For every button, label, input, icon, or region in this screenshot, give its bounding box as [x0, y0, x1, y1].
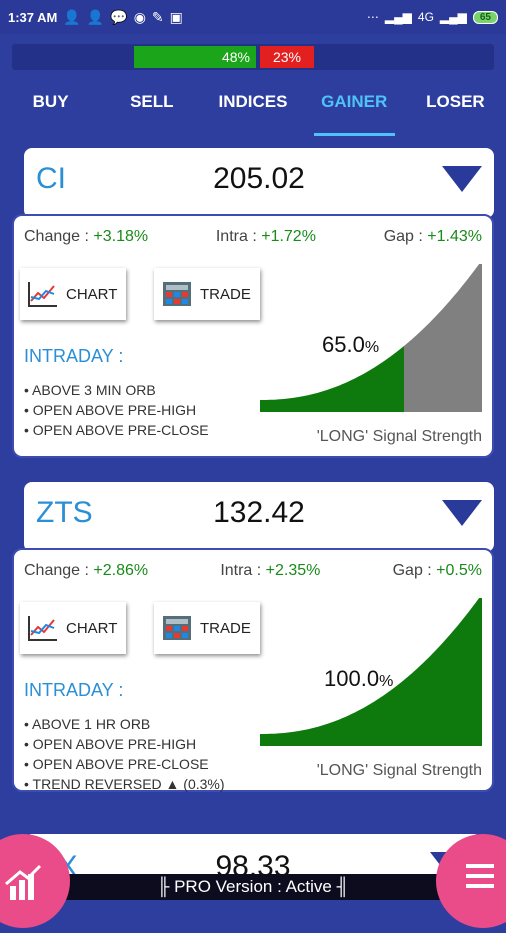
list-item: • OPEN ABOVE PRE-HIGH: [24, 736, 197, 752]
messenger-icon: 💬: [110, 8, 128, 25]
tab-indices[interactable]: INDICES: [202, 80, 303, 136]
gap-label: Gap :: [392, 562, 437, 579]
card-header[interactable]: CI 205.02: [24, 148, 494, 218]
change-stat: Change : +3.18%: [24, 228, 148, 246]
chart-fab-button[interactable]: [0, 834, 70, 928]
tools-icon: ✎: [151, 8, 164, 25]
tab-bar: BUY SELL INDICES GAINER LOSER: [0, 80, 506, 136]
chart-button[interactable]: CHART: [20, 268, 126, 320]
line-chart-icon: [28, 616, 57, 641]
trade-button[interactable]: TRADE: [154, 602, 260, 654]
list-item: • OPEN ABOVE PRE-CLOSE: [24, 756, 209, 772]
stats-row: Change : +2.86% Intra : +2.35% Gap : +0.…: [24, 562, 482, 580]
intra-value: +2.35%: [265, 562, 321, 579]
signal-list: • ABOVE 1 HR ORB • OPEN ABOVE PRE-HIGH •…: [24, 714, 225, 794]
stock-price: 205.02: [213, 162, 305, 195]
intraday-heading: INTRADAY :: [24, 680, 124, 700]
list-item: • ABOVE 3 MIN ORB: [24, 382, 156, 398]
camera-icon: ◉: [133, 8, 146, 25]
strength-unit: %: [379, 673, 394, 690]
chart-button[interactable]: CHART: [20, 602, 126, 654]
clock: 1:37 AM: [8, 9, 58, 25]
line-chart-icon: [28, 282, 57, 307]
intraday-heading: INTRADAY :: [24, 346, 124, 366]
menu-fab-button[interactable]: [436, 834, 506, 928]
chevron-down-icon[interactable]: [442, 166, 482, 192]
tab-sell[interactable]: SELL: [101, 80, 202, 136]
strength-percent: 65.0%: [322, 332, 379, 358]
gap-stat: Gap : +1.43%: [384, 228, 482, 246]
list-item: • OPEN ABOVE PRE-CLOSE: [24, 422, 209, 438]
gap-stat: Gap : +0.5%: [393, 562, 482, 580]
list-item: • OPEN ABOVE PRE-HIGH: [24, 402, 197, 418]
strength-unit: %: [364, 339, 380, 356]
intra-value: +1.72%: [261, 228, 316, 245]
gap-value: +1.43%: [427, 228, 482, 245]
chart-button-label: CHART: [66, 619, 118, 637]
cast-icon: ▣: [169, 8, 183, 25]
change-stat: Change : +2.86%: [24, 562, 148, 580]
system-icons: ⋯ ▂▄▆ 4G ▂▄▆ 65: [367, 10, 498, 24]
calculator-icon: [163, 282, 191, 306]
chevron-down-icon[interactable]: [442, 500, 482, 526]
list-item: • TREND REVERSED ▲ (0.3%): [24, 776, 225, 792]
strength-value: 100.0: [324, 666, 380, 691]
strength-value: 65.0: [322, 332, 365, 357]
stock-card: ZTS 132.42 Change : +2.86% Intra : +2.35…: [12, 482, 494, 792]
more-icon: ⋯: [366, 10, 379, 24]
wifi-icon: ▂▄▆: [439, 10, 467, 24]
chart-button-label: CHART: [66, 285, 118, 303]
trade-button-label: TRADE: [200, 285, 251, 303]
strength-remaining-area: [404, 264, 482, 412]
market-breadth-bar: 48% 23%: [12, 44, 494, 70]
card-details: Change : +2.86% Intra : +2.35% Gap : +0.…: [12, 548, 494, 792]
signal-strength-label: 'LONG' Signal Strength: [316, 428, 482, 445]
list-item: • ABOVE 1 HR ORB: [24, 716, 151, 732]
intra-stat: Intra : +2.35%: [220, 562, 320, 580]
bottom-bar: NX 98.33 ╟ PRO Version : Active ╢: [0, 834, 506, 928]
signal-strength-label: 'LONG' Signal Strength: [316, 762, 482, 779]
pro-status-banner: ╟ PRO Version : Active ╢: [60, 874, 446, 900]
battery-icon: 65: [472, 10, 498, 24]
decliners-bar: 23%: [260, 46, 314, 68]
change-label: Change :: [24, 562, 94, 579]
advancers-bar: 48%: [134, 46, 256, 68]
signal-icon: ▂▄▆: [384, 10, 412, 24]
menu-icon: [466, 864, 494, 888]
signal-list: • ABOVE 3 MIN ORB • OPEN ABOVE PRE-HIGH …: [24, 380, 209, 440]
stats-row: Change : +3.18% Intra : +1.72% Gap : +1.…: [24, 228, 482, 246]
network-label: 4G: [417, 10, 434, 24]
change-value: +3.18%: [93, 228, 149, 245]
tab-gainer[interactable]: GAINER: [304, 80, 405, 136]
tab-buy[interactable]: BUY: [0, 80, 101, 136]
notification-icons: 👤 👤 💬 ◉ ✎ ▣: [63, 9, 183, 26]
trending-up-icon: [5, 864, 42, 900]
tab-loser[interactable]: LOSER: [405, 80, 506, 136]
gap-label: Gap :: [383, 228, 428, 245]
card-header[interactable]: ZTS 132.42: [24, 482, 494, 552]
person-add-icon: 👤: [63, 8, 81, 25]
intra-label: Intra :: [215, 228, 262, 245]
trade-button-label: TRADE: [200, 619, 251, 637]
intra-label: Intra :: [220, 562, 266, 579]
gap-value: +0.5%: [436, 562, 482, 579]
strength-percent: 100.0%: [324, 666, 393, 692]
intra-stat: Intra : +1.72%: [216, 228, 316, 246]
change-value: +2.86%: [93, 562, 149, 579]
change-label: Change :: [24, 228, 94, 245]
trade-button[interactable]: TRADE: [154, 268, 260, 320]
status-bar: 1:37 AM 👤 👤 💬 ◉ ✎ ▣ ⋯ ▂▄▆ 4G ▂▄▆ 65: [0, 0, 506, 34]
card-details: Change : +3.18% Intra : +1.72% Gap : +1.…: [12, 214, 494, 458]
person-add-icon: 👤: [86, 8, 105, 25]
stock-price: 132.42: [213, 496, 305, 529]
calculator-icon: [163, 616, 191, 640]
stock-card: CI 205.02 Change : +3.18% Intra : +1.72%…: [12, 148, 494, 458]
